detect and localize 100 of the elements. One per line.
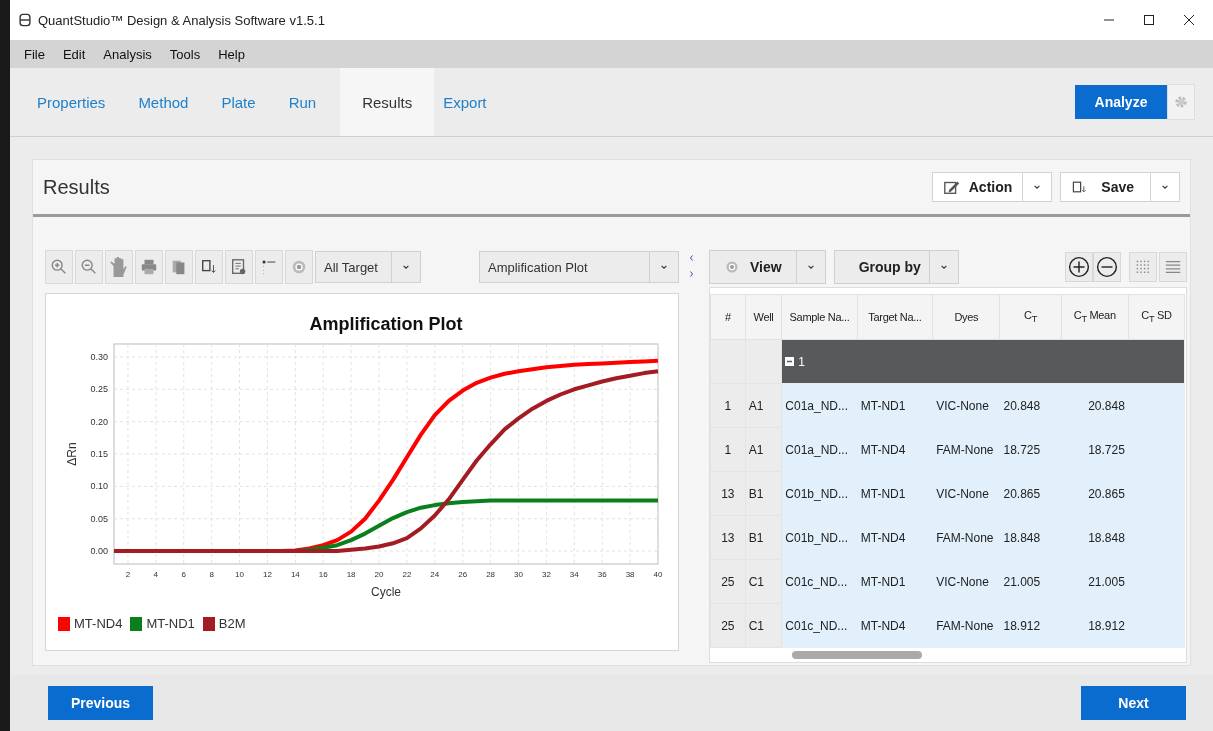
hand-icon[interactable] <box>105 250 133 284</box>
save-button[interactable]: Save <box>1060 172 1180 202</box>
column-header[interactable]: Sample Na... <box>781 294 858 340</box>
x-tick-label: 32 <box>541 570 551 579</box>
action-button[interactable]: Action <box>931 172 1053 202</box>
export-icon <box>1071 179 1088 195</box>
maximize-icon[interactable] <box>1143 14 1155 26</box>
zoom-in-icon[interactable] <box>45 250 73 284</box>
app-icon <box>18 13 32 27</box>
workflow-tab[interactable]: Properties <box>28 68 130 136</box>
workflow-tab[interactable]: Results <box>340 68 435 136</box>
collapse-icon[interactable] <box>785 357 795 366</box>
x-tick-label: 22 <box>402 570 412 579</box>
x-tick-label: 12 <box>263 570 272 579</box>
target-dropdown[interactable]: All Target <box>315 251 421 283</box>
plot-type-dropdown[interactable]: Amplification Plot <box>479 251 679 283</box>
table-cell: 21.005 <box>999 559 1062 604</box>
y-tick-label: 0.15 <box>90 449 108 459</box>
view-button[interactable]: View <box>709 250 826 284</box>
table-cell: MT-ND1 <box>857 471 933 516</box>
x-tick-label: 36 <box>597 570 607 579</box>
panel-title: Results <box>43 175 111 199</box>
print-icon[interactable] <box>135 250 163 284</box>
settings-icon[interactable] <box>1167 84 1195 120</box>
table-cell: VIC-None <box>932 559 1000 604</box>
y-tick-label: 0.20 <box>90 416 108 427</box>
table-cell: C01c_ND... <box>781 559 858 604</box>
expand-all-icon[interactable] <box>1065 252 1093 282</box>
workflow-tab[interactable]: Run <box>279 68 341 136</box>
table-cell: C1 <box>745 559 782 604</box>
group-header-row[interactable]: 1 <box>781 339 1185 384</box>
column-header[interactable]: # <box>710 294 746 340</box>
collapse-all-icon[interactable] <box>1093 252 1121 282</box>
legend-label: B2M <box>218 616 246 631</box>
table-cell: 18.725 <box>1061 427 1129 472</box>
table-cell: C01a_ND... <box>781 383 858 428</box>
table-cell: 18.912 <box>1061 603 1129 648</box>
analyze-button[interactable]: Analyze <box>1075 85 1167 119</box>
menu-item[interactable]: Edit <box>62 46 86 62</box>
x-tick-label: 34 <box>569 570 579 579</box>
legend-label: MT-ND4 <box>74 616 123 631</box>
x-tick-label: 40 <box>653 570 663 579</box>
menu-item[interactable]: File <box>24 46 45 62</box>
table-cell: B1 <box>745 471 782 516</box>
workflow-tab[interactable]: Plate <box>212 68 280 136</box>
table-cell: 1 <box>710 427 746 472</box>
column-header[interactable]: C$_{T}$ SD <box>1128 294 1185 340</box>
column-header[interactable]: Well <box>745 294 782 340</box>
y-tick-label: 0.05 <box>90 513 108 524</box>
column-header[interactable]: C$_{T}$ Mean <box>1061 294 1129 340</box>
export-icon[interactable] <box>195 250 223 284</box>
scrollbar-thumb[interactable] <box>792 651 922 659</box>
x-tick-label: 16 <box>318 570 328 579</box>
workflow-tab[interactable]: Method <box>129 68 213 136</box>
y-tick-label: 0.00 <box>90 546 108 557</box>
table-cell: 20.848 <box>1061 383 1129 428</box>
table-cell: VIC-None <box>932 383 1000 428</box>
zoom-out-icon[interactable] <box>75 250 103 284</box>
table-cell: FAM-None <box>932 515 1000 560</box>
x-axis-label: Cycle <box>371 585 401 599</box>
menu-item[interactable]: Help <box>218 46 245 62</box>
table-cell: C01b_ND... <box>781 471 858 516</box>
previous-button[interactable]: Previous <box>48 686 153 720</box>
x-tick-label: 4 <box>153 570 159 579</box>
table-cell: MT-ND4 <box>857 427 933 472</box>
column-header[interactable]: C$_{T}$ <box>999 294 1062 340</box>
table-cell: C01a_ND... <box>781 427 858 472</box>
x-tick-label: 2 <box>125 570 131 579</box>
workflow-tab[interactable]: Export <box>434 68 511 136</box>
x-tick-label: 38 <box>625 570 635 579</box>
legend-icon[interactable] <box>255 250 283 284</box>
list-view-icon[interactable] <box>1159 252 1187 282</box>
x-tick-label: 26 <box>458 570 468 579</box>
report-icon[interactable] <box>225 250 253 284</box>
table-cell: 18.725 <box>999 427 1062 472</box>
table-cell: FAM-None <box>932 603 1000 648</box>
table-cell: 13 <box>710 471 746 516</box>
table-cell: 18.848 <box>1061 515 1129 560</box>
x-tick-label: 18 <box>346 570 356 579</box>
table-cell: MT-ND1 <box>857 383 933 428</box>
eye-icon[interactable] <box>285 250 313 284</box>
table-cell: 25 <box>710 559 746 604</box>
group-by-button[interactable]: Group by <box>833 250 959 284</box>
menu-item[interactable]: Tools <box>169 46 201 62</box>
x-tick-label: 14 <box>290 570 300 579</box>
grid-view-icon[interactable] <box>1129 252 1157 282</box>
table-cell: C01b_ND... <box>781 515 858 560</box>
column-header[interactable]: Target Na... <box>857 294 933 340</box>
y-tick-label: 0.25 <box>90 384 108 395</box>
next-button[interactable]: Next <box>1081 686 1186 720</box>
x-tick-label: 30 <box>514 570 523 579</box>
eye-icon <box>724 259 740 275</box>
menu-item[interactable]: Analysis <box>103 46 152 62</box>
column-header[interactable]: Dyes <box>932 294 1000 340</box>
close-icon[interactable] <box>1183 14 1195 26</box>
y-tick-label: 0.30 <box>90 351 108 362</box>
x-tick-label: 20 <box>374 570 384 579</box>
y-tick-label: 0.10 <box>90 481 108 492</box>
x-tick-label: 24 <box>430 570 440 579</box>
table-cell: A1 <box>745 427 782 472</box>
